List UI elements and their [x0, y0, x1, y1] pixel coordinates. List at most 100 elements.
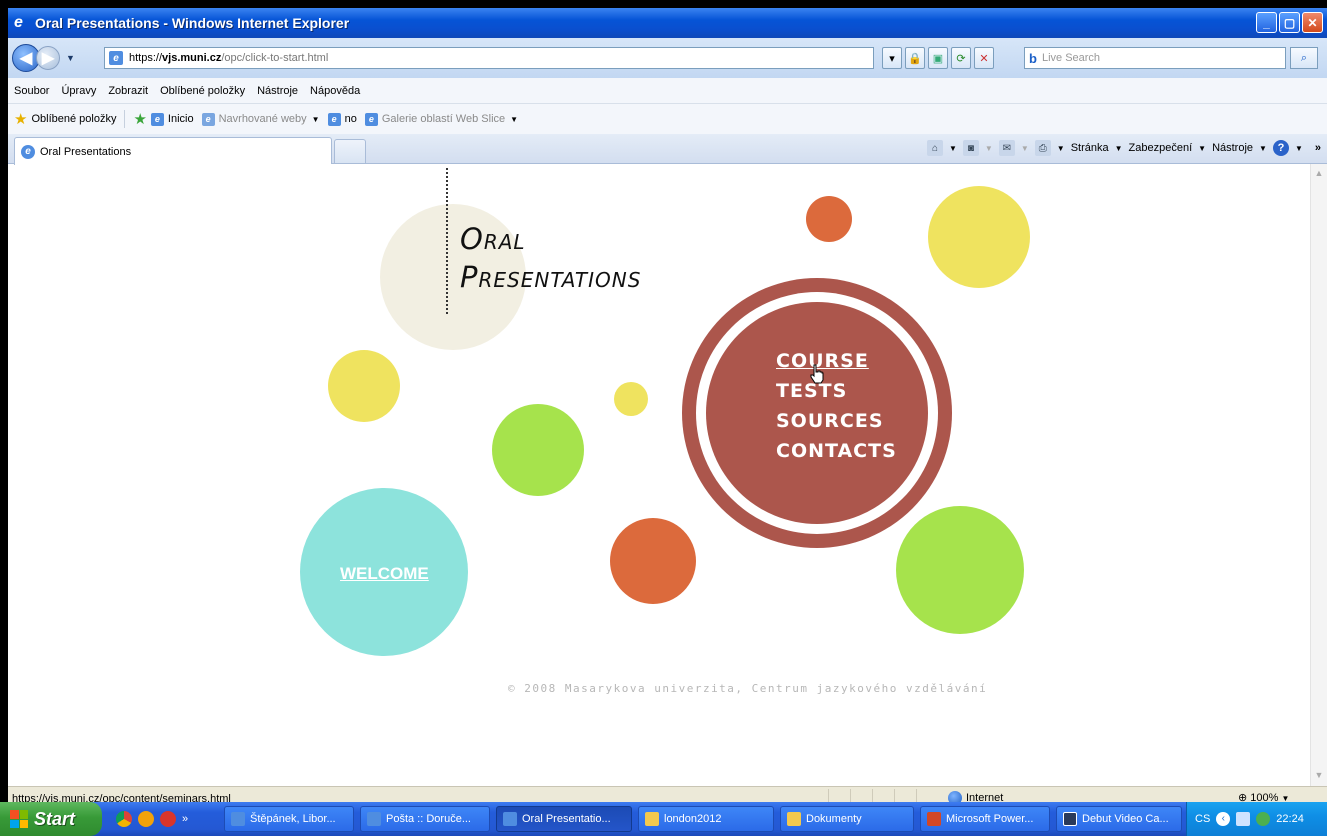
- hand-cursor-icon: [810, 364, 824, 384]
- search-placeholder: Live Search: [1041, 52, 1101, 64]
- taskbar-button-label: Pošta :: Doruče...: [386, 813, 471, 825]
- search-input[interactable]: b Live Search: [1024, 47, 1286, 69]
- ie-page-icon: e: [201, 112, 215, 126]
- mail-icon[interactable]: ✉: [998, 140, 1015, 156]
- favorites-button[interactable]: Oblíbené položky: [31, 113, 116, 125]
- favorites-star-icon[interactable]: ★: [14, 110, 27, 128]
- feeds-icon[interactable]: ◙: [962, 140, 979, 156]
- safety-menu[interactable]: Zabezpečení: [1129, 142, 1193, 154]
- yellow-circle-tiny: [614, 382, 648, 416]
- menu-tools[interactable]: Nástroje: [257, 85, 298, 97]
- debut-icon: [1063, 812, 1077, 826]
- home-icon[interactable]: ⌂: [927, 140, 943, 156]
- url-path: /opc/click-to-start.html: [221, 52, 329, 64]
- taskbar-button-label: Oral Presentatio...: [522, 813, 611, 825]
- compatibility-icon[interactable]: ▣: [928, 47, 948, 69]
- page-menu[interactable]: Stránka: [1071, 142, 1109, 154]
- title-bar[interactable]: e Oral Presentations - Windows Internet …: [8, 8, 1327, 38]
- orange-circle-small: [806, 196, 852, 242]
- search-button[interactable]: ⌕: [1290, 47, 1318, 69]
- print-icon[interactable]: ⎙: [1034, 140, 1051, 156]
- fav-web-slice-gallery[interactable]: e Galerie oblastí Web Slice ▼: [364, 112, 518, 126]
- fav-inicio[interactable]: e Inicio: [150, 112, 194, 126]
- close-button[interactable]: ✕: [1302, 12, 1323, 33]
- welcome-link[interactable]: WELCOME: [340, 564, 429, 584]
- windows-logo-icon: [10, 810, 28, 828]
- address-bar: ◀ ▶ ▼ e https://vjs.muni.cz/opc/click-to…: [8, 38, 1327, 78]
- chevron-down-icon[interactable]: ▼: [1057, 144, 1065, 153]
- new-tab-button[interactable]: [334, 139, 366, 163]
- fav-suggested-sites[interactable]: e Navrhované weby ▼: [201, 112, 320, 126]
- taskbar-button-label: Dokumenty: [806, 813, 862, 825]
- opera-icon[interactable]: [160, 811, 176, 827]
- help-icon[interactable]: ?: [1272, 140, 1289, 156]
- start-label: Start: [34, 808, 76, 829]
- folder-icon: [645, 812, 659, 826]
- nav-contacts-link[interactable]: CONTACTS: [776, 440, 897, 462]
- history-dropdown-icon[interactable]: ▼: [66, 53, 75, 63]
- taskbar: Start » Štěpánek, Libor... Pošta :: Doru…: [0, 802, 1327, 836]
- chevron-down-icon: ▼: [1198, 143, 1207, 153]
- page-content: Oral Presentations WELCOME COURSE TESTS …: [16, 164, 1310, 786]
- tools-menu[interactable]: Nástroje: [1212, 142, 1253, 154]
- ie-tab-icon: e: [21, 144, 35, 159]
- nav-sources-link[interactable]: SOURCES: [776, 410, 884, 432]
- menu-edit[interactable]: Úpravy: [61, 85, 96, 97]
- green-circle-mid: [492, 404, 584, 496]
- browser-window: e Oral Presentations - Windows Internet …: [8, 8, 1327, 836]
- url-domain: vjs.muni.cz: [162, 52, 222, 64]
- ie-page-icon: e: [364, 112, 378, 126]
- url-input[interactable]: e https://vjs.muni.cz/opc/click-to-start…: [104, 47, 874, 69]
- orange-circle-bottom: [610, 518, 696, 604]
- site-title: Oral Presentations: [460, 220, 641, 296]
- taskbar-button[interactable]: Pošta :: Doruče...: [360, 806, 490, 832]
- vertical-scrollbar[interactable]: ▲ ▼: [1310, 164, 1327, 786]
- chevron-down-icon[interactable]: ▼: [949, 144, 957, 153]
- taskbar-button[interactable]: london2012: [638, 806, 774, 832]
- quick-launch-more-icon[interactable]: »: [182, 813, 188, 825]
- url-dropdown-icon[interactable]: ▾: [882, 47, 902, 69]
- separator: [124, 110, 126, 128]
- network-icon[interactable]: [1256, 812, 1271, 826]
- ie-icon: [231, 812, 245, 826]
- fav-no[interactable]: e no: [327, 112, 357, 126]
- taskbar-button[interactable]: Debut Video Ca...: [1056, 806, 1182, 832]
- taskbar-button-active[interactable]: Oral Presentatio...: [496, 806, 632, 832]
- language-indicator[interactable]: CS: [1195, 813, 1210, 825]
- taskbar-button[interactable]: Štěpánek, Libor...: [224, 806, 354, 832]
- maximize-button[interactable]: ▢: [1279, 12, 1300, 33]
- tab-label: Oral Presentations: [40, 145, 132, 158]
- yellow-circle-top-right: [928, 186, 1030, 288]
- scroll-up-icon[interactable]: ▲: [1313, 168, 1325, 180]
- chevron-down-icon[interactable]: ▼: [1021, 144, 1029, 153]
- tab-oral-presentations[interactable]: e Oral Presentations: [14, 137, 332, 165]
- chevron-down-icon: ▼: [1114, 143, 1123, 153]
- menu-file[interactable]: Soubor: [14, 85, 49, 97]
- lock-icon[interactable]: 🔒: [905, 47, 925, 69]
- copyright-text: © 2008 Masarykova univerzita, Centrum ja…: [508, 682, 988, 695]
- tray-arrow-icon[interactable]: ‹: [1216, 812, 1231, 826]
- window-title: Oral Presentations - Windows Internet Ex…: [35, 15, 350, 31]
- site-title-line2: Presentations: [460, 260, 642, 294]
- clock[interactable]: 22:24: [1276, 813, 1304, 825]
- main-nav: COURSE TESTS SOURCES CONTACTS: [776, 350, 926, 490]
- more-commands-icon[interactable]: »: [1315, 142, 1321, 154]
- volume-icon[interactable]: [1236, 812, 1251, 826]
- taskbar-button[interactable]: Microsoft Power...: [920, 806, 1050, 832]
- refresh-icon[interactable]: ⟳: [951, 47, 971, 69]
- chevron-down-icon[interactable]: ▼: [985, 144, 993, 153]
- menu-view[interactable]: Zobrazit: [108, 85, 148, 97]
- scroll-down-icon[interactable]: ▼: [1313, 770, 1325, 782]
- ie-icon[interactable]: [138, 811, 154, 827]
- folder-icon: [787, 812, 801, 826]
- menu-help[interactable]: Nápověda: [310, 85, 360, 97]
- forward-button[interactable]: ▶: [36, 46, 60, 70]
- taskbar-button[interactable]: Dokumenty: [780, 806, 914, 832]
- add-favorite-icon[interactable]: ★: [133, 110, 146, 128]
- minimize-button[interactable]: _: [1256, 12, 1277, 33]
- dotted-divider: [446, 168, 448, 314]
- menu-favorites[interactable]: Oblíbené položky: [160, 85, 245, 97]
- chrome-icon[interactable]: [116, 811, 132, 827]
- stop-icon[interactable]: ✕: [974, 47, 994, 69]
- start-button[interactable]: Start: [0, 802, 102, 836]
